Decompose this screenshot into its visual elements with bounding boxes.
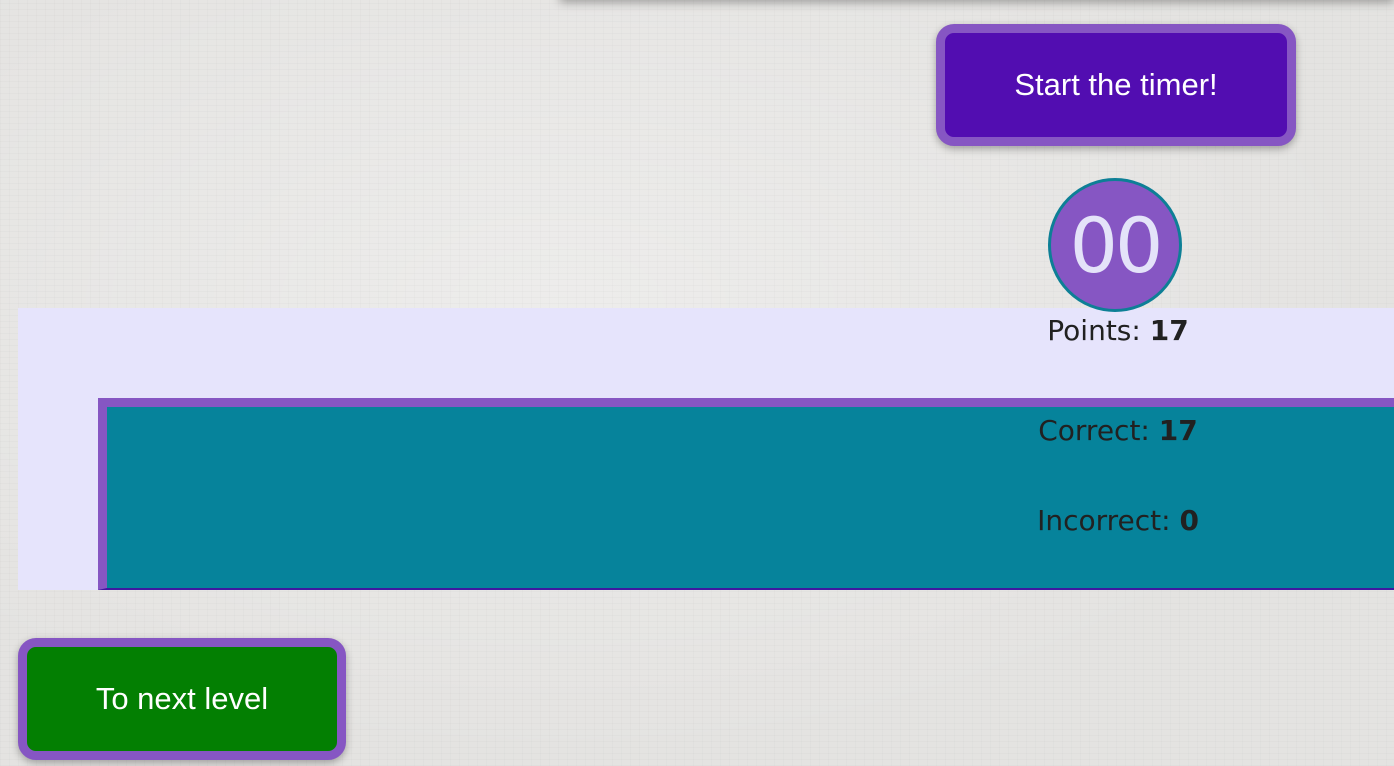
incorrect-stat: Incorrect: 0 [968,504,1268,537]
start-timer-button[interactable]: Start the timer! [936,24,1296,146]
next-level-button[interactable]: To next level [18,638,346,760]
incorrect-label: Incorrect: [1037,504,1171,537]
timer-display: 00 [1048,178,1182,312]
incorrect-value: 0 [1179,504,1199,537]
correct-label: Correct: [1038,414,1150,447]
correct-value: 17 [1158,414,1198,447]
points-label: Points: [1047,314,1141,347]
points-stat: Points: 17 [968,314,1268,347]
points-value: 17 [1149,314,1189,347]
correct-stat: Correct: 17 [968,414,1268,447]
